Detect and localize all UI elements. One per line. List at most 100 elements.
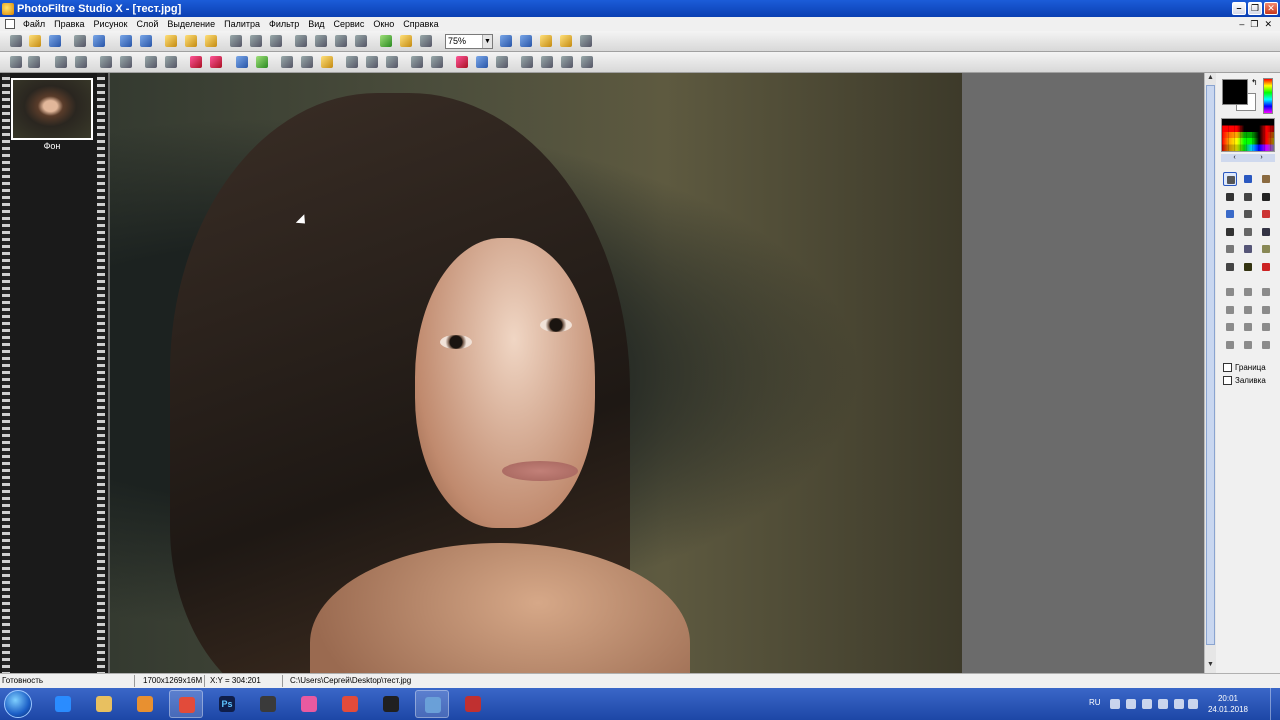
menu-palette[interactable]: Палитра: [220, 19, 265, 29]
taskbar-film-editor-button[interactable]: [374, 690, 408, 718]
cut-icon[interactable]: [165, 35, 177, 47]
canvas-area[interactable]: [108, 73, 1204, 673]
foreground-color-swatch[interactable]: [1222, 79, 1248, 105]
tray-shield-icon[interactable]: [1158, 699, 1168, 709]
taskbar-chrome-button[interactable]: [333, 690, 367, 718]
flip-icon[interactable]: [541, 56, 553, 68]
ellipse-select-icon[interactable]: [1241, 285, 1255, 299]
taskbar-internet-explorer-button[interactable]: [46, 690, 80, 718]
color-picker-icon[interactable]: [1223, 190, 1237, 204]
contrast-up-icon[interactable]: [100, 56, 112, 68]
fill-bucket-icon[interactable]: [1223, 207, 1237, 221]
zoom-out-icon[interactable]: [520, 35, 532, 47]
vertical-scrollbar[interactable]: ▲ ▼: [1204, 73, 1216, 673]
canvas-size-icon[interactable]: [250, 35, 262, 47]
document-icon[interactable]: [5, 19, 15, 29]
color-balance-icon[interactable]: [256, 56, 268, 68]
lasso-icon[interactable]: [1223, 320, 1237, 334]
brush-icon[interactable]: [1223, 225, 1237, 239]
blur-filter-icon[interactable]: [281, 56, 293, 68]
document-close-button[interactable]: ✕: [1264, 19, 1272, 30]
image-canvas[interactable]: [110, 73, 962, 673]
new-file-icon[interactable]: [10, 35, 22, 47]
image-tube-icon[interactable]: [1241, 260, 1255, 274]
taskbar-photofiltre-button[interactable]: [456, 690, 490, 718]
diamond-select-icon[interactable]: [1223, 303, 1237, 317]
copy-icon[interactable]: [185, 35, 197, 47]
taskbar-media-player-button[interactable]: [128, 690, 162, 718]
hand-icon[interactable]: [1259, 172, 1273, 186]
grayscale-icon[interactable]: [236, 56, 248, 68]
stamp-icon[interactable]: [1259, 225, 1273, 239]
taskbar-peacock-app-button[interactable]: [292, 690, 326, 718]
start-button[interactable]: [4, 690, 32, 718]
show-desktop-button[interactable]: [1270, 688, 1280, 720]
pattern-icon[interactable]: [1223, 260, 1237, 274]
auto-contrast-icon[interactable]: [28, 56, 40, 68]
open-file-icon[interactable]: [29, 35, 41, 47]
palette-prev-icon[interactable]: ‹: [1233, 154, 1235, 162]
fade-icon[interactable]: [386, 56, 398, 68]
selection-arrow-icon[interactable]: [1223, 172, 1237, 186]
layer-manager-icon[interactable]: [1241, 172, 1255, 186]
right-triangle-select-icon[interactable]: [1259, 303, 1273, 317]
menu-image[interactable]: Рисунок: [90, 19, 133, 29]
mirror-icon[interactable]: [521, 56, 533, 68]
close-button[interactable]: ✕: [1264, 2, 1278, 15]
triangle-select-icon[interactable]: [1241, 303, 1255, 317]
emboss-filter-icon[interactable]: [321, 56, 333, 68]
rotate-right-icon[interactable]: [581, 56, 593, 68]
rectangle-icon[interactable]: [346, 56, 358, 68]
menu-layer[interactable]: Слой: [133, 19, 164, 29]
tray-app-icon[interactable]: [1142, 699, 1152, 709]
brightness-up-icon[interactable]: [55, 56, 67, 68]
drop-icon[interactable]: [366, 56, 378, 68]
fullscreen-icon[interactable]: [420, 35, 432, 47]
auto-levels-icon[interactable]: [10, 56, 22, 68]
layer-thumbnail[interactable]: [11, 78, 93, 140]
fill-checkbox[interactable]: [1223, 375, 1232, 385]
color-palette[interactable]: [1221, 118, 1275, 152]
rounded-rect-select-icon[interactable]: [1259, 285, 1273, 299]
zoom-in-icon[interactable]: [500, 35, 512, 47]
invert-selection-icon[interactable]: [1241, 338, 1255, 352]
rotate-left-icon[interactable]: [561, 56, 573, 68]
saturation-down-icon[interactable]: [165, 56, 177, 68]
sharpen-filter-icon[interactable]: [301, 56, 313, 68]
advanced-brush-icon[interactable]: [1241, 225, 1255, 239]
blur-icon[interactable]: [1223, 242, 1237, 256]
palette-next-icon[interactable]: ›: [1260, 154, 1262, 162]
border-checkbox[interactable]: [1223, 362, 1232, 372]
line-icon[interactable]: [1259, 190, 1273, 204]
print-icon[interactable]: [74, 35, 86, 47]
menu-selection[interactable]: Выделение: [163, 19, 220, 29]
volume-icon[interactable]: [1188, 699, 1198, 709]
menu-tools[interactable]: Сервис: [330, 19, 370, 29]
custom-shape-icon[interactable]: [1259, 338, 1273, 352]
hue-bar[interactable]: [1263, 78, 1273, 114]
taskbar-photoshop-button[interactable]: Ps: [210, 690, 244, 718]
polygon-lasso-icon[interactable]: [1241, 320, 1255, 334]
brightness-down-icon[interactable]: [75, 56, 87, 68]
app-icon[interactable]: [2, 2, 14, 15]
smudge-icon[interactable]: [1241, 242, 1255, 256]
magic-wand-icon[interactable]: [1241, 190, 1255, 204]
spray-icon[interactable]: [1241, 207, 1255, 221]
redo-icon[interactable]: [140, 35, 152, 47]
monitor-icon[interactable]: [476, 56, 488, 68]
menu-help[interactable]: Справка: [399, 19, 443, 29]
flip-horizontal-icon[interactable]: [295, 35, 307, 47]
taskbar-app-button[interactable]: [251, 690, 285, 718]
maximize-button[interactable]: ❐: [1248, 2, 1262, 15]
border-checkbox-row[interactable]: Граница: [1223, 361, 1280, 373]
chevron-down-icon[interactable]: ▼: [482, 35, 492, 48]
clock[interactable]: 20:01 24.01.2018: [1206, 693, 1250, 715]
network-icon[interactable]: [1174, 699, 1184, 709]
menu-view[interactable]: Вид: [304, 19, 329, 29]
paste-icon[interactable]: [205, 35, 217, 47]
crop-icon[interactable]: [270, 35, 282, 47]
taskbar-chrome-button[interactable]: [169, 690, 203, 718]
grid-icon[interactable]: [580, 35, 592, 47]
actual-size-icon[interactable]: [540, 35, 552, 47]
language-indicator[interactable]: RU: [1089, 698, 1101, 707]
